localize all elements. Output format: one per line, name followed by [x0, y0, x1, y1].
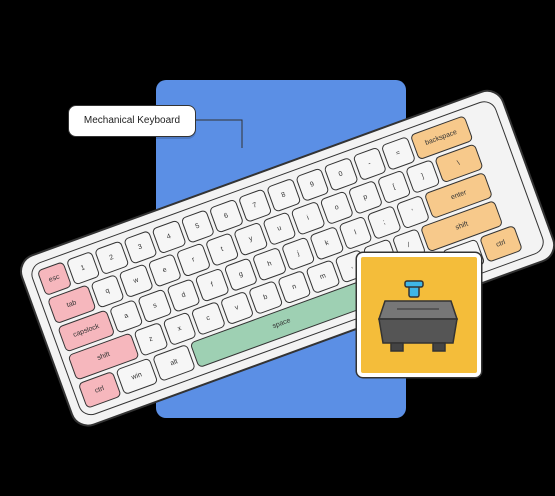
switch-closeup-card	[357, 253, 481, 377]
keyboard-illustration: esc 1 2 3 4 5 6 7 8 9 0- = backspace tab q w e r t y u i o p[] \…	[0, 0, 555, 496]
mechanical-switch-icon	[377, 280, 459, 352]
